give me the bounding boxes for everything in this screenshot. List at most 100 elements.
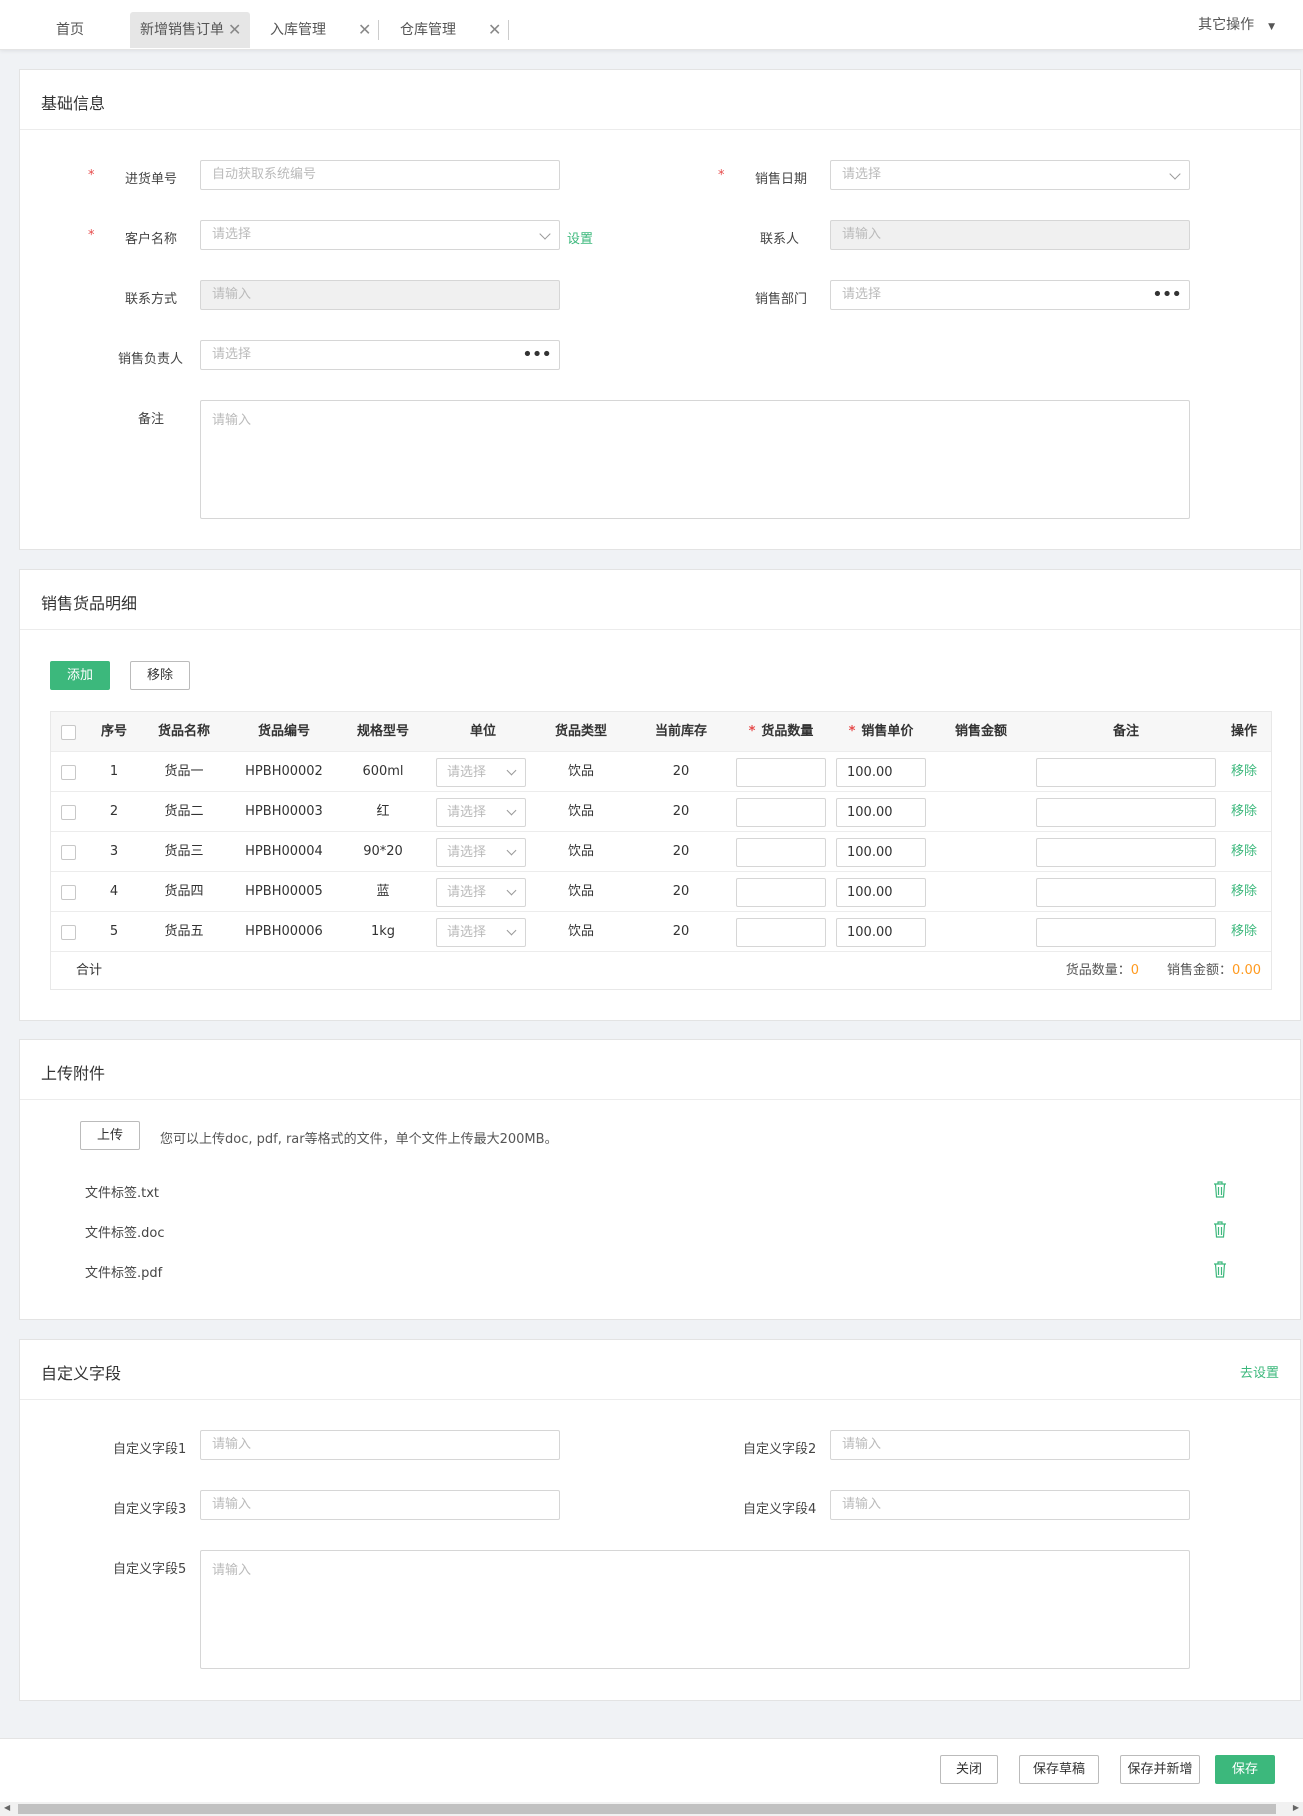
scroll-left-icon[interactable]: ◀ xyxy=(4,1803,10,1812)
row-remark-input[interactable] xyxy=(1036,838,1216,867)
custom-field-5-textarea[interactable]: 请输入 xyxy=(200,1550,1190,1669)
price-input[interactable]: 100.00 xyxy=(836,838,926,867)
total-qty: 货品数量：0 xyxy=(1051,952,1139,990)
header-seq: 序号 xyxy=(100,724,127,739)
unit-select[interactable]: 请选择 xyxy=(436,838,526,867)
cell-name: 货品四 xyxy=(164,884,204,899)
close-icon[interactable]: ✕ xyxy=(358,12,371,48)
total-amount-label: 销售金额： xyxy=(1167,963,1233,978)
cell-spec: 1kg xyxy=(370,924,396,939)
go-settings-link[interactable]: 去设置 xyxy=(1240,1362,1279,1381)
qty-input[interactable] xyxy=(736,758,826,787)
custom-field-1-input[interactable]: 请输入 xyxy=(200,1430,560,1460)
row-remove-link[interactable]: 移除 xyxy=(1219,752,1269,792)
contact-info-input[interactable]: 请输入 xyxy=(200,280,560,310)
cell-stock: 20 xyxy=(672,764,690,779)
qty-input[interactable] xyxy=(736,918,826,947)
remark-textarea[interactable]: 请输入 xyxy=(200,400,1190,519)
customer-settings-link[interactable]: 设置 xyxy=(567,228,593,247)
sale-date-picker[interactable]: 请选择 xyxy=(830,160,1190,190)
upload-button[interactable]: 上传 xyxy=(80,1121,140,1150)
manager-picker[interactable]: 请选择 ••• xyxy=(200,340,560,370)
order-no-input[interactable]: 自动获取系统编号 xyxy=(200,160,560,190)
cell-name: 货品三 xyxy=(164,844,204,859)
save-draft-button[interactable]: 保存草稿 xyxy=(1019,1755,1099,1784)
placeholder: 请选择 xyxy=(212,227,252,242)
save-button[interactable]: 保存 xyxy=(1215,1755,1275,1784)
remark-label: 备注 xyxy=(138,412,165,427)
customer-select[interactable]: 请选择 xyxy=(200,220,560,250)
price-input[interactable]: 100.00 xyxy=(836,918,926,947)
qty-input[interactable] xyxy=(736,838,826,867)
more-icon[interactable]: ••• xyxy=(522,341,552,369)
cell-spec: 90*20 xyxy=(363,844,403,859)
file-name[interactable]: 文件标签.txt xyxy=(85,1182,159,1201)
add-button[interactable]: 添加 xyxy=(50,661,110,690)
row-remove-link[interactable]: 移除 xyxy=(1219,872,1269,912)
tab-warehouse[interactable]: 仓库管理 ✕ xyxy=(390,12,510,48)
scroll-right-icon[interactable]: ▶ xyxy=(1293,1803,1299,1812)
header-unit: 单位 xyxy=(469,724,496,739)
chevron-down-icon xyxy=(506,765,517,776)
unit-select[interactable]: 请选择 xyxy=(436,798,526,827)
other-ops-dropdown[interactable]: 其它操作 ▼ xyxy=(1198,14,1275,34)
tab-label: 新增销售订单 xyxy=(140,22,224,38)
row-checkbox[interactable] xyxy=(61,845,76,860)
total-qty-label: 货品数量： xyxy=(1065,963,1131,978)
more-icon[interactable]: ••• xyxy=(1152,281,1182,309)
row-remove-link[interactable]: 移除 xyxy=(1219,792,1269,832)
cell-stock: 20 xyxy=(672,884,690,899)
row-remove-link[interactable]: 移除 xyxy=(1219,832,1269,872)
select-all-checkbox[interactable] xyxy=(61,725,76,740)
cell-name: 货品一 xyxy=(164,764,204,779)
custom-field-2-input[interactable]: 请输入 xyxy=(830,1430,1190,1460)
cell-spec: 蓝 xyxy=(376,884,390,899)
row-checkbox[interactable] xyxy=(61,805,76,820)
cell-name: 货品二 xyxy=(164,804,204,819)
row-remove-link[interactable]: 移除 xyxy=(1219,912,1269,952)
row-checkbox[interactable] xyxy=(61,885,76,900)
row-remark-input[interactable] xyxy=(1036,798,1216,827)
horizontal-scrollbar[interactable]: ◀ ▶ xyxy=(0,1802,1303,1816)
unit-select[interactable]: 请选择 xyxy=(436,918,526,947)
placeholder: 请选择 xyxy=(447,805,487,820)
remove-button[interactable]: 移除 xyxy=(130,661,190,690)
tab-new-sales-order[interactable]: 新增销售订单 ✕ xyxy=(130,12,250,48)
row-remark-input[interactable] xyxy=(1036,918,1216,947)
row-remark-input[interactable] xyxy=(1036,878,1216,907)
custom-field-2-label: 自定义字段2 xyxy=(743,1442,817,1457)
unit-select[interactable]: 请选择 xyxy=(436,758,526,787)
attachment-card: 上传附件 上传 您可以上传doc, pdf, rar等格式的文件，单个文件上传最… xyxy=(19,1039,1301,1320)
close-button[interactable]: 关闭 xyxy=(940,1755,998,1784)
file-name[interactable]: 文件标签.pdf xyxy=(85,1262,162,1281)
price-input[interactable]: 100.00 xyxy=(836,758,926,787)
row-checkbox[interactable] xyxy=(61,765,76,780)
department-label: 销售部门 xyxy=(755,292,808,307)
contact-input[interactable]: 请输入 xyxy=(830,220,1190,250)
cell-amount xyxy=(941,912,1021,952)
tab-home[interactable]: 首页 xyxy=(46,12,116,48)
price-input[interactable]: 100.00 xyxy=(836,798,926,827)
cell-type: 饮品 xyxy=(567,884,594,899)
row-remark-input[interactable] xyxy=(1036,758,1216,787)
save-and-new-button[interactable]: 保存并新增 xyxy=(1120,1755,1200,1784)
price-input[interactable]: 100.00 xyxy=(836,878,926,907)
qty-input[interactable] xyxy=(736,798,826,827)
trash-icon[interactable] xyxy=(1213,1181,1227,1198)
custom-field-4-input[interactable]: 请输入 xyxy=(830,1490,1190,1520)
department-picker[interactable]: 请选择 ••• xyxy=(830,280,1190,310)
trash-icon[interactable] xyxy=(1213,1261,1227,1278)
divider xyxy=(20,1099,1300,1100)
row-checkbox[interactable] xyxy=(61,925,76,940)
cell-code: HPBH00003 xyxy=(245,804,323,819)
close-icon[interactable]: ✕ xyxy=(488,12,501,48)
chevron-down-icon xyxy=(506,885,517,896)
trash-icon[interactable] xyxy=(1213,1221,1227,1238)
tab-inbound[interactable]: 入库管理 ✕ xyxy=(260,12,380,48)
close-icon[interactable]: ✕ xyxy=(228,12,241,48)
qty-input[interactable] xyxy=(736,878,826,907)
file-name[interactable]: 文件标签.doc xyxy=(85,1222,165,1241)
unit-select[interactable]: 请选择 xyxy=(436,878,526,907)
scrollbar-thumb[interactable] xyxy=(18,1804,1276,1814)
custom-field-3-input[interactable]: 请输入 xyxy=(200,1490,560,1520)
